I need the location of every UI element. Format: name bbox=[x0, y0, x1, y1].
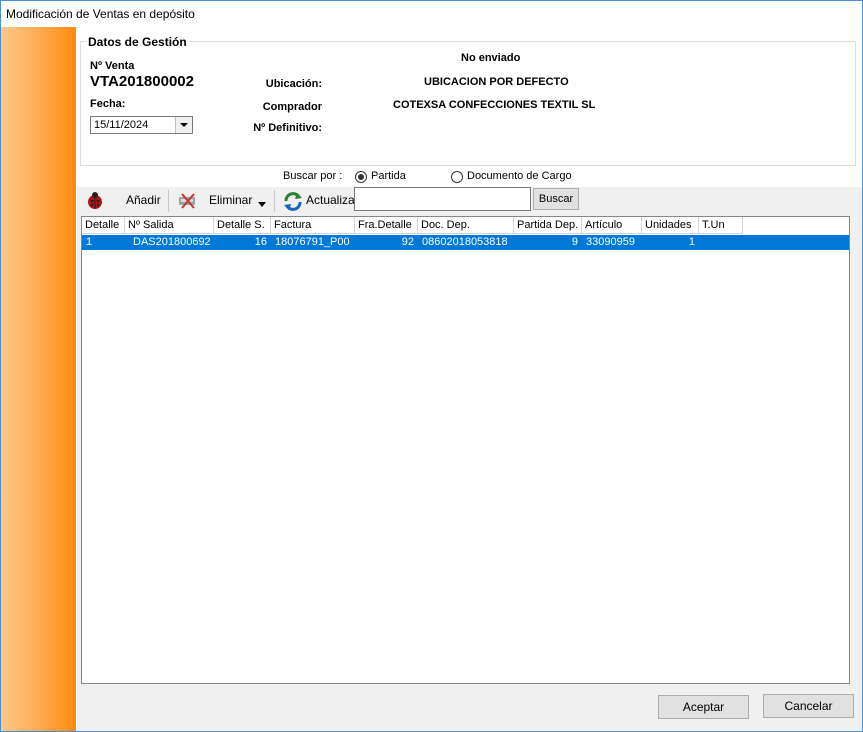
toolbar-separator bbox=[168, 190, 169, 212]
cancel-button[interactable]: Cancelar bbox=[763, 694, 854, 718]
search-by-label: Buscar por : bbox=[283, 170, 343, 182]
column-header[interactable]: Unidades bbox=[642, 217, 699, 234]
comprador-value: COTEXSA CONFECCIONES TEXTIL SL bbox=[393, 99, 596, 111]
gestion-groupbox: Nº Venta VTA201800002 Fecha: No enviado … bbox=[80, 41, 856, 166]
orange-sidebar bbox=[1, 27, 76, 731]
column-header[interactable]: Nº Salida bbox=[125, 217, 214, 234]
cell-detalle-s: 16 bbox=[254, 236, 267, 248]
estado-text: No enviado bbox=[461, 52, 521, 64]
radio-documento-label[interactable]: Documento de Cargo bbox=[467, 170, 572, 182]
delete-icon[interactable] bbox=[176, 191, 200, 211]
fecha-datepicker[interactable]: 15/11/2024 bbox=[90, 116, 193, 134]
chevron-down-icon[interactable] bbox=[175, 117, 192, 133]
column-header[interactable]: Detalle S. bbox=[214, 217, 271, 234]
toolbar-separator bbox=[274, 190, 275, 212]
column-header[interactable]: Artículo bbox=[582, 217, 642, 234]
search-button[interactable]: Buscar bbox=[533, 188, 579, 210]
fecha-value: 15/11/2024 bbox=[94, 119, 149, 131]
radio-documento-cargo[interactable] bbox=[451, 171, 463, 183]
cell-factura: 18076791_P00 bbox=[275, 236, 350, 248]
cell-salida: DAS201800692 bbox=[133, 236, 211, 248]
search-input[interactable] bbox=[354, 187, 531, 211]
column-header[interactable]: Factura bbox=[271, 217, 355, 234]
cell-unidades: 1 bbox=[688, 236, 695, 248]
chevron-down-icon[interactable] bbox=[258, 197, 266, 207]
table-row[interactable]: 1 DAS201800692 16 18076791_P00 92 086020… bbox=[82, 235, 849, 250]
refresh-icon[interactable] bbox=[282, 191, 304, 211]
grid-header: Detalle Nº Salida Detalle S. Factura Fra… bbox=[82, 217, 849, 235]
accept-button[interactable]: Aceptar bbox=[658, 695, 749, 719]
dialog-window: Modificación de Ventas en depósito Nº Ve… bbox=[0, 0, 863, 732]
refresh-button[interactable]: Actualiza bbox=[306, 193, 355, 213]
column-header[interactable]: T.Un bbox=[699, 217, 743, 234]
venta-label: Nº Venta bbox=[90, 60, 135, 72]
cell-partida-dep: 9 bbox=[571, 236, 578, 248]
ladybug-icon[interactable] bbox=[84, 191, 106, 211]
data-grid[interactable]: Detalle Nº Salida Detalle S. Factura Fra… bbox=[81, 216, 850, 684]
ubicacion-value: UBICACION POR DEFECTO bbox=[424, 76, 569, 88]
cell-articulo: 33090959 bbox=[586, 236, 635, 248]
add-button[interactable]: Añadir bbox=[126, 193, 161, 213]
radio-partida-label[interactable]: Partida bbox=[371, 170, 406, 182]
cell-t-un bbox=[699, 235, 743, 250]
content-area: Nº Venta VTA201800002 Fecha: No enviado … bbox=[77, 27, 862, 731]
title-bar[interactable]: Modificación de Ventas en depósito bbox=[1, 1, 862, 27]
cell-doc-dep: 08602018053818 bbox=[422, 236, 508, 248]
cell-detalle: 1 bbox=[86, 236, 93, 248]
gestion-legend: Datos de Gestión bbox=[86, 35, 189, 49]
window-title: Modificación de Ventas en depósito bbox=[6, 7, 195, 21]
venta-code: VTA201800002 bbox=[90, 73, 194, 90]
column-header[interactable]: Fra.Detalle bbox=[355, 217, 418, 234]
ubicacion-label: Ubicación: bbox=[265, 78, 322, 90]
cell-fra-detalle: 92 bbox=[401, 236, 414, 248]
column-header[interactable]: Doc. Dep. bbox=[418, 217, 514, 234]
comprador-label: Comprador bbox=[262, 101, 322, 113]
radio-partida[interactable] bbox=[355, 171, 367, 183]
column-header[interactable]: Partida Dep. bbox=[514, 217, 582, 234]
column-header[interactable]: Detalle bbox=[82, 217, 125, 234]
fecha-label: Fecha: bbox=[90, 98, 126, 110]
delete-button[interactable]: Eliminar bbox=[209, 193, 252, 213]
definitivo-label: Nº Definitivo: bbox=[253, 122, 322, 134]
